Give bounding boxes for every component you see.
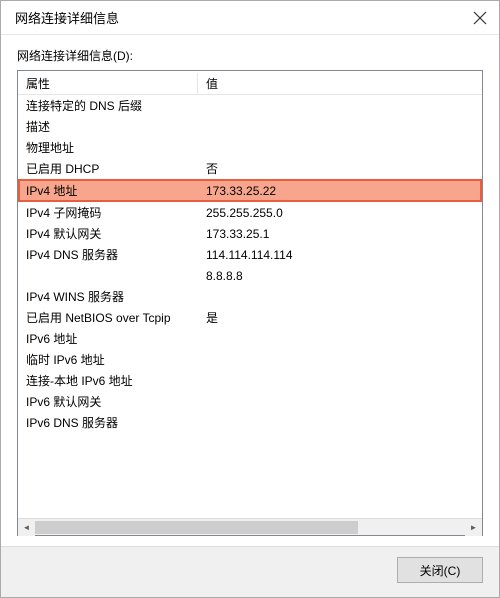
table-row[interactable]: 描述 <box>18 116 482 137</box>
header-property[interactable]: 属性 <box>18 73 198 94</box>
table-row[interactable]: IPv4 子网掩码255.255.255.0 <box>18 202 482 223</box>
close-icon[interactable] <box>473 11 487 25</box>
property-cell: IPv4 DNS 服务器 <box>18 246 198 263</box>
value-cell: 否 <box>198 160 482 177</box>
property-cell: IPv6 DNS 服务器 <box>18 414 198 431</box>
property-cell: 已启用 NetBIOS over Tcpip <box>18 309 198 326</box>
value-cell: 8.8.8.8 <box>198 269 482 283</box>
property-cell: 临时 IPv6 地址 <box>18 351 198 368</box>
table-row[interactable]: 连接-本地 IPv6 地址 <box>18 370 482 391</box>
table-row[interactable]: 临时 IPv6 地址 <box>18 349 482 370</box>
table-row[interactable]: 8.8.8.8 <box>18 265 482 286</box>
value-cell: 173.33.25.1 <box>198 227 482 241</box>
details-listbox: 属性 值 连接特定的 DNS 后缀描述物理地址已启用 DHCP否IPv4 地址1… <box>17 70 483 536</box>
scroll-track[interactable] <box>35 519 465 536</box>
network-details-dialog: 网络连接详细信息 网络连接详细信息(D): 属性 值 连接特定的 DNS 后缀描… <box>0 0 500 598</box>
table-row[interactable]: IPv6 地址 <box>18 328 482 349</box>
property-cell: IPv4 WINS 服务器 <box>18 288 198 305</box>
property-cell: IPv6 地址 <box>18 330 198 347</box>
value-cell: 114.114.114.114 <box>198 248 482 262</box>
dialog-footer: 关闭(C) <box>1 546 499 597</box>
property-cell: 连接-本地 IPv6 地址 <box>18 372 198 389</box>
list-inner: 属性 值 连接特定的 DNS 后缀描述物理地址已启用 DHCP否IPv4 地址1… <box>18 71 482 518</box>
scroll-left-button[interactable]: ◄ <box>18 519 35 536</box>
scroll-thumb[interactable] <box>35 521 358 534</box>
table-row[interactable]: IPv4 WINS 服务器 <box>18 286 482 307</box>
table-row[interactable]: IPv6 默认网关 <box>18 391 482 412</box>
property-cell: IPv4 默认网关 <box>18 225 198 242</box>
property-cell: 物理地址 <box>18 139 198 156</box>
header-value[interactable]: 值 <box>198 73 482 94</box>
table-row[interactable]: IPv4 DNS 服务器114.114.114.114 <box>18 244 482 265</box>
table-row[interactable]: IPv4 地址173.33.25.22 <box>18 179 482 202</box>
list-label: 网络连接详细信息(D): <box>17 47 483 64</box>
property-cell: 描述 <box>18 118 198 135</box>
scroll-right-button[interactable]: ► <box>465 519 482 536</box>
dialog-content: 网络连接详细信息(D): 属性 值 连接特定的 DNS 后缀描述物理地址已启用 … <box>1 35 499 546</box>
table-row[interactable]: IPv6 DNS 服务器 <box>18 412 482 433</box>
table-row[interactable]: IPv4 默认网关173.33.25.1 <box>18 223 482 244</box>
value-cell: 是 <box>198 309 482 326</box>
property-cell: 已启用 DHCP <box>18 160 198 177</box>
header-row: 属性 值 <box>18 73 482 95</box>
value-cell: 255.255.255.0 <box>198 206 482 220</box>
property-cell: 连接特定的 DNS 后缀 <box>18 97 198 114</box>
horizontal-scrollbar[interactable]: ◄ ► <box>18 518 482 535</box>
table-row[interactable]: 已启用 DHCP否 <box>18 158 482 179</box>
close-button[interactable]: 关闭(C) <box>397 557 483 583</box>
property-cell: IPv4 子网掩码 <box>18 204 198 221</box>
value-cell: 173.33.25.22 <box>198 184 480 198</box>
window-title: 网络连接详细信息 <box>15 8 119 27</box>
titlebar: 网络连接详细信息 <box>1 1 499 35</box>
table-row[interactable]: 连接特定的 DNS 后缀 <box>18 95 482 116</box>
property-cell: IPv4 地址 <box>20 182 198 199</box>
table-row[interactable]: 已启用 NetBIOS over Tcpip是 <box>18 307 482 328</box>
property-cell: IPv6 默认网关 <box>18 393 198 410</box>
table-row[interactable]: 物理地址 <box>18 137 482 158</box>
